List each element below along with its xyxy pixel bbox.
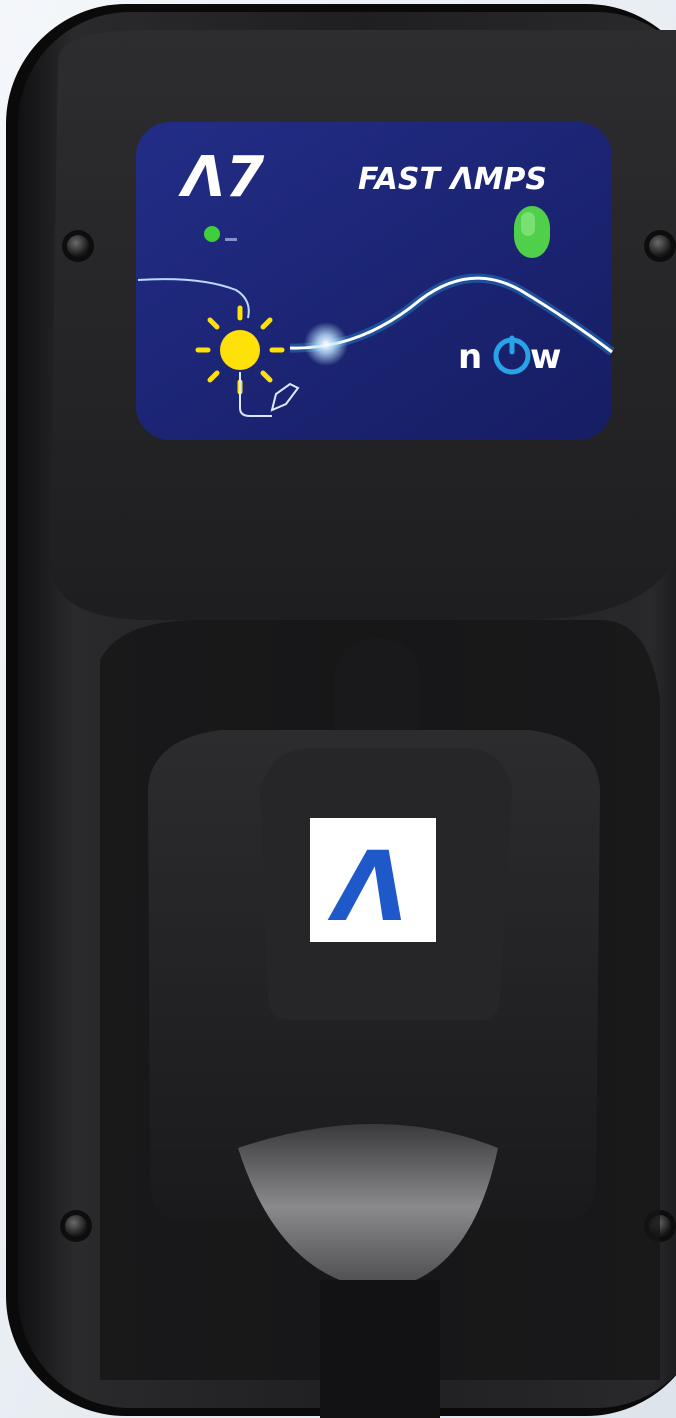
status-led-label: [225, 238, 237, 241]
screw-top-right: [644, 230, 676, 262]
a-logo: Λ: [327, 831, 408, 943]
led-highlight: [521, 212, 535, 236]
connector-holster: [148, 730, 600, 1290]
energy-spark: [304, 322, 348, 366]
display-panel: Λ7 FAST ΛMPS n w: [136, 122, 615, 440]
now-logo-suffix: w: [530, 337, 561, 377]
ev-charger-scene: Λ7 FAST ΛMPS n w Λ: [0, 0, 676, 1418]
a7-logo: Λ7: [178, 145, 264, 210]
fast-amps-logo: FAST ΛMPS: [358, 162, 547, 197]
a-logo-badge: Λ: [310, 818, 436, 943]
screw-bottom-left: [60, 1210, 92, 1242]
status-led: [204, 226, 220, 242]
bottom-cable-channel: [320, 1280, 440, 1418]
screw-top-left: [62, 230, 94, 262]
now-logo-prefix: n: [458, 337, 482, 377]
